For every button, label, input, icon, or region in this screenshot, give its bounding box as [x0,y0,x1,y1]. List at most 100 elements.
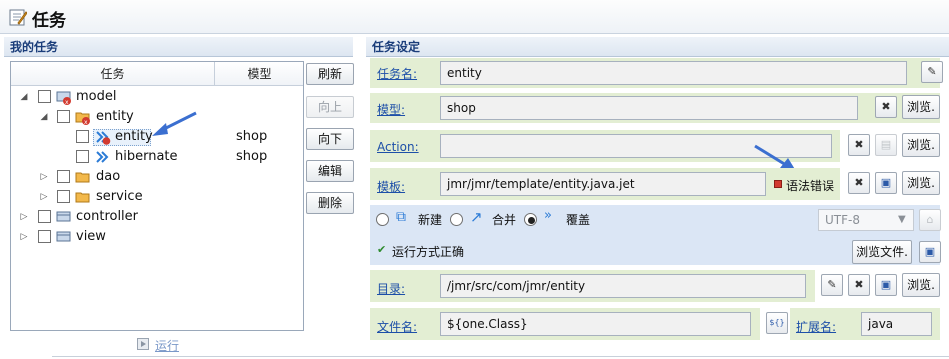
annotation-arrow-icon [152,111,197,136]
run-icon[interactable] [137,338,149,350]
extension-label: 扩展名: [796,320,837,334]
collapsed-caret-icon[interactable]: ▷ [19,212,29,222]
model-browse-button[interactable]: 浏览. [902,95,940,119]
tree-row-dao[interactable]: ▷ dao [11,167,303,187]
package-icon [56,231,71,242]
task-name-field[interactable]: entity [440,61,907,85]
edit-pencil-icon[interactable]: ✎ [921,61,943,83]
task-settings-header: 任务设定 [366,37,949,57]
folder-error-icon: x [75,112,90,125]
task-error-icon [96,131,111,145]
radio-merge[interactable] [450,213,463,226]
tree-label: entity [96,109,134,124]
checkbox[interactable] [57,190,70,203]
checkbox[interactable] [76,150,89,163]
template-field[interactable]: jmr/jmr/template/entity.java.jet [440,172,766,196]
run-status-text: 运行方式正确 [392,245,465,259]
checkbox[interactable] [57,110,70,123]
collapsed-caret-icon[interactable]: ▷ [39,172,49,182]
tree-row-view[interactable]: ▷ view [11,227,303,247]
merge-icon: ↗ [470,208,483,226]
tree-label: service [96,189,143,204]
tree-row-model[interactable]: ◢ x model [11,87,303,107]
tree-label: entity [115,129,153,144]
column-header-model[interactable]: 模型 [216,62,303,86]
expression-icon[interactable]: ${} [766,312,788,334]
run-link[interactable]: 运行 [155,337,179,354]
directory-field[interactable]: /jmr/src/com/jmr/entity [440,274,806,298]
task-icon [9,9,27,26]
option-overwrite-label: 覆盖 [566,213,591,227]
tree-row-hibernate[interactable]: hibernate shop [11,147,303,167]
checkbox[interactable] [57,170,70,183]
document-icon[interactable]: ▣ [875,172,897,194]
svg-text:x: x [84,119,88,125]
checkbox[interactable] [76,130,89,143]
checkbox[interactable] [38,230,51,243]
my-tasks-header: 我的任务 [4,37,353,57]
extension-field[interactable]: java [861,312,932,336]
file-name-label: 文件名: [377,320,418,334]
new-icon: ⧉ [396,209,406,225]
syntax-error-text: 语法错误 [786,179,835,193]
move-up-button[interactable]: 向上 [306,96,354,118]
option-new-label: 新建 [418,213,443,227]
refresh-button[interactable]: 刷新 [306,63,354,85]
template-label: 模板: [377,180,406,194]
clear-icon[interactable]: ✖ [848,172,870,194]
directory-browse-button[interactable]: 浏览. [902,273,940,297]
collapsed-caret-icon[interactable]: ▷ [19,232,29,242]
lock-icon[interactable]: ⌂ [919,209,941,231]
task-icon [96,151,109,163]
radio-overwrite[interactable] [524,213,537,226]
check-icon: ✔ [377,243,387,256]
folder-icon [75,172,90,183]
directory-label: 目录: [377,282,406,296]
title-bar: 任务 [0,0,949,34]
action-browse-button[interactable]: 浏览. [902,133,940,157]
expanded-caret-icon[interactable]: ◢ [19,92,29,102]
checkbox[interactable] [38,210,51,223]
package-error-icon: x [56,91,71,105]
tree-label: model [76,89,117,104]
overwrite-icon: » [544,208,552,223]
move-down-button[interactable]: 向下 [306,128,354,150]
option-merge-label: 合并 [492,213,517,227]
window-title: 任务 [32,11,66,31]
clear-icon[interactable]: ✖ [875,96,897,118]
task-name-label: 任务名: [377,67,418,81]
edit-button[interactable]: 编辑 [306,160,354,182]
tree-header: 任务 模型 [11,62,303,86]
chevron-down-icon[interactable]: ▼ [898,210,912,230]
document-icon[interactable]: ▣ [919,241,941,263]
package-icon [56,211,71,222]
model-field[interactable]: shop [440,96,858,120]
checkbox[interactable] [38,90,51,103]
template-browse-button[interactable]: 浏览. [902,171,940,195]
task-tree[interactable]: 任务 模型 ◢ x model ◢ x entity entity shop h… [10,61,304,331]
copy-icon[interactable]: ▤ [875,134,897,156]
folder-icon [75,192,90,203]
radio-new[interactable] [376,213,389,226]
browse-file-button[interactable]: 浏览文件. [852,240,912,264]
expanded-caret-icon[interactable]: ◢ [39,112,49,122]
divider [52,356,949,357]
action-label: Action: [377,140,419,154]
tree-row-controller[interactable]: ▷ controller [11,207,303,227]
tree-label: view [76,229,106,244]
folder-open-icon[interactable]: ▣ [875,274,897,296]
collapsed-caret-icon[interactable]: ▷ [39,192,49,202]
error-icon [774,180,782,188]
tree-model: shop [236,129,268,144]
tree-model: shop [236,149,268,164]
column-header-task[interactable]: 任务 [11,62,215,86]
tree-label: dao [96,169,121,184]
file-name-field[interactable]: ${one.Class} [440,312,751,336]
tree-row-service[interactable]: ▷ service [11,187,303,207]
tree-label: hibernate [115,149,178,164]
clear-icon[interactable]: ✖ [848,134,870,156]
clear-icon[interactable]: ✖ [848,274,870,296]
delete-button[interactable]: 删除 [306,192,354,214]
model-label: 模型: [377,103,406,117]
edit-pencil-icon[interactable]: ✎ [821,274,843,296]
